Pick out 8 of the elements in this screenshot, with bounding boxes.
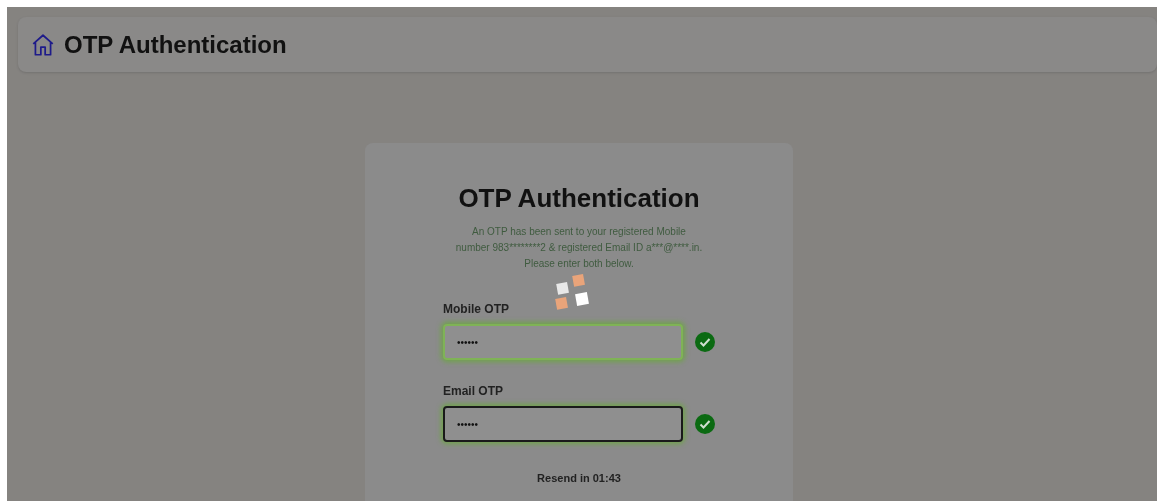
otp-input-field[interactable]: ••••••	[443, 406, 683, 442]
resend-timer: Resend in 01:43	[537, 471, 621, 486]
otp-message: An OTP has been sent to your registered Mobile number 983********2 & registered Email ID a***@****.in. Please enter both below.	[454, 225, 704, 271]
header-title: OTP Authentication	[64, 29, 287, 60]
card-title: OTP Authentication	[458, 182, 700, 215]
field-label: Email OTP	[443, 383, 505, 400]
field-label: Mobile OTP	[443, 301, 510, 318]
otp-input-field[interactable]: ••••••	[443, 324, 683, 360]
